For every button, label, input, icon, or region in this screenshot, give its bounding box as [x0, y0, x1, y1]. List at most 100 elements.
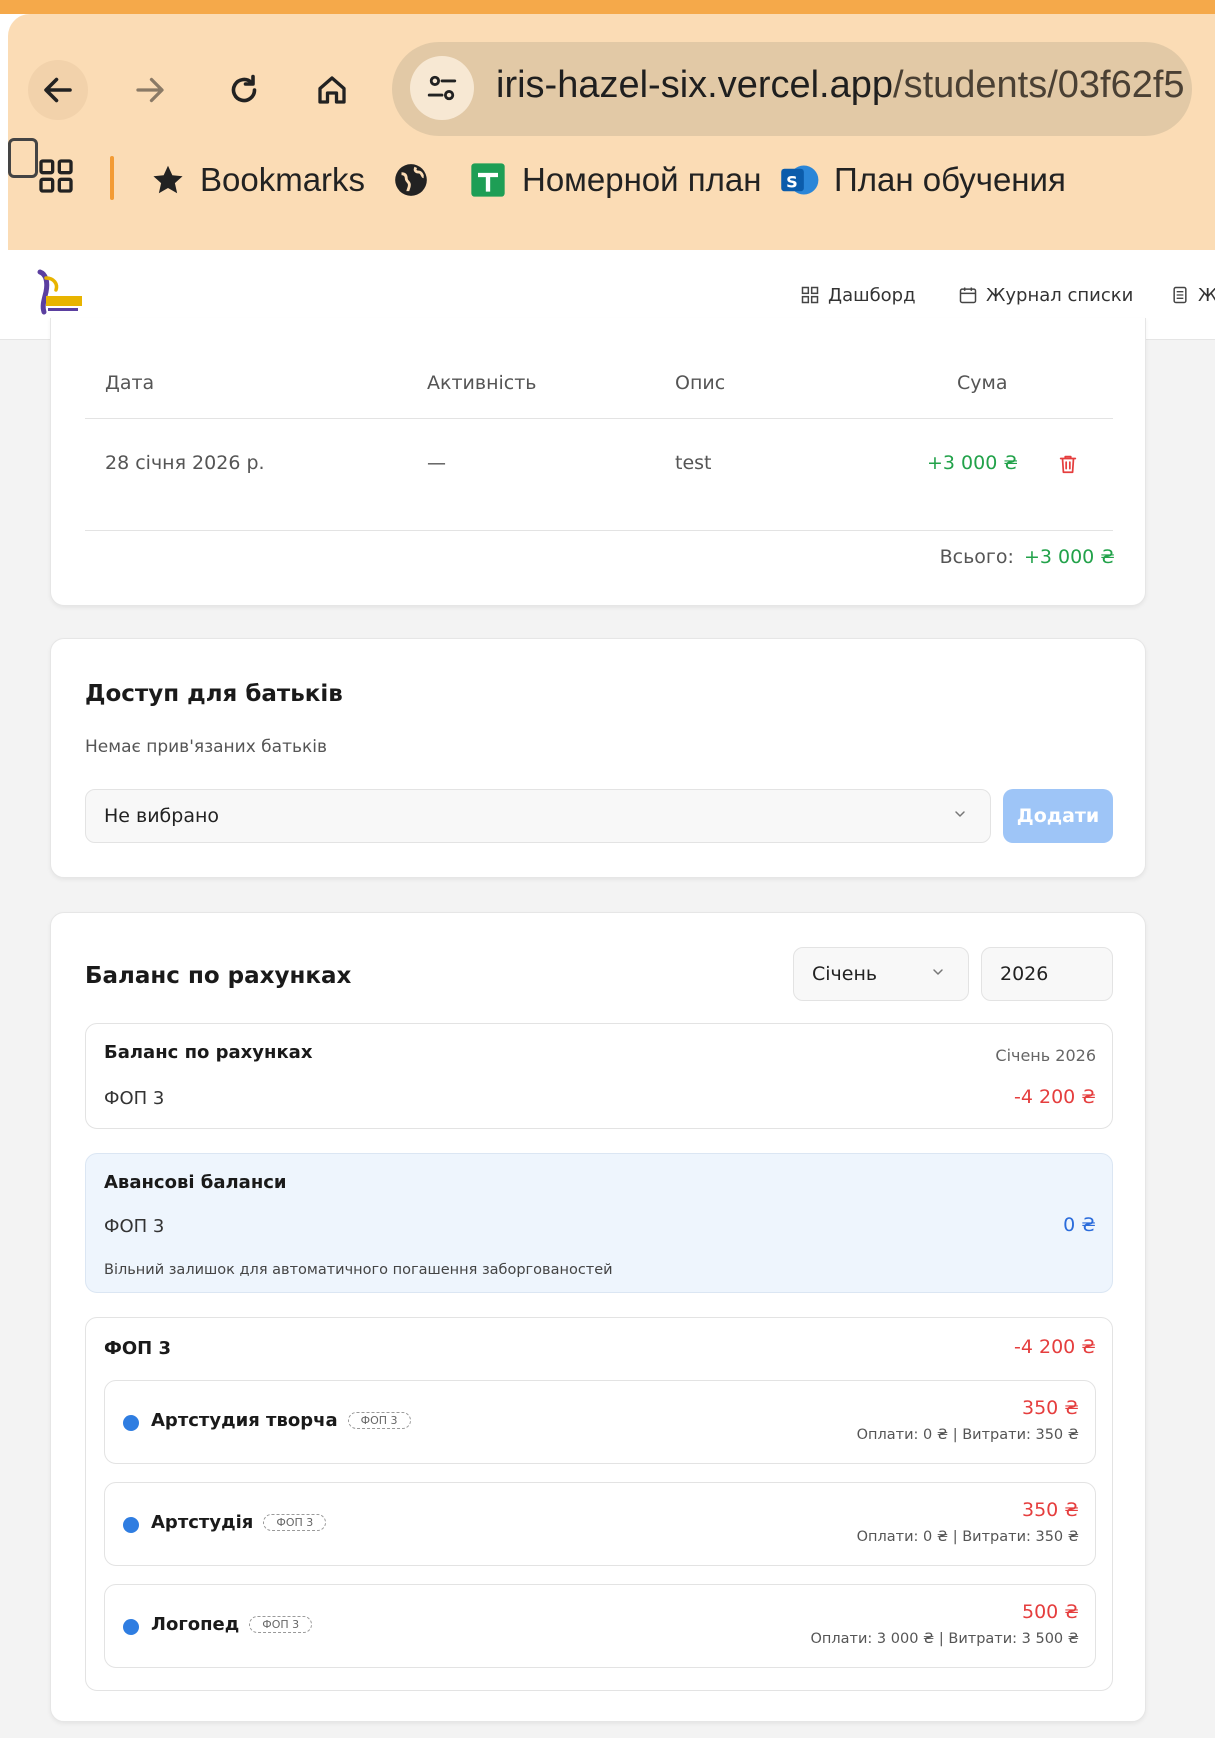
calendar-icon [959, 287, 977, 304]
bookmark-label: План обучения [834, 161, 1066, 198]
balance-card: Баланс по рахунках Січень 2026 Баланс по… [50, 912, 1146, 1722]
bookmark-label: Bookmarks [200, 161, 366, 198]
site-info-button[interactable] [410, 56, 474, 120]
list-item: Логопед ФОП 3 500 ₴ Оплати: 3 000 ₴ | Вит… [104, 1584, 1096, 1668]
item-details: Оплати: 3 000 ₴ | Витрати: 3 500 ₴ [810, 1631, 1079, 1647]
balance-summary-card: Баланс по рахунках Січень 2026 ФОП 3 -4 … [85, 1023, 1113, 1129]
chevron-down-icon [952, 806, 968, 827]
nav-label: Дашборд [828, 284, 916, 306]
year-input-value: 2026 [1000, 963, 1049, 985]
forward-button[interactable] [120, 60, 180, 120]
summary-account: ФОП 3 [104, 1088, 165, 1109]
item-tag: ФОП 3 [249, 1616, 313, 1633]
month-select[interactable]: Січень [793, 947, 969, 1001]
url-path: /students/03f62f5 [893, 64, 1185, 106]
item-tag: ФОП 3 [347, 1412, 411, 1429]
item-tag: ФОП 3 [263, 1514, 327, 1531]
arrow-right-icon [136, 77, 164, 103]
parent-select-value: Не вибрано [104, 805, 220, 827]
transactions-total: Всього: +3 000 ₴ [940, 546, 1115, 568]
bookmarks-bar: Bookmarks Номерной план S План обучения [8, 138, 1215, 224]
chevron-down-icon [930, 964, 946, 985]
list-item: Артстудия творча ФОП 3 350 ₴ Оплати: 0 ₴ … [104, 1380, 1096, 1464]
column-header-amount: Сума [957, 372, 1008, 394]
trash-icon[interactable] [1057, 452, 1079, 476]
bookmark-nomernoi-plan[interactable]: Номерной план [468, 152, 761, 208]
bookmark-bookmarks[interactable]: Bookmarks [150, 152, 365, 208]
reload-button[interactable] [214, 60, 274, 120]
column-header-description: Опис [675, 372, 726, 394]
total-label: Всього: [939, 546, 1014, 568]
apps-button[interactable] [36, 156, 76, 200]
parent-select[interactable]: Не вибрано [85, 789, 991, 843]
parents-access-card: Доступ для батьків Немає прив'язаних бат… [50, 638, 1146, 878]
item-amount: 350 ₴ [1021, 1499, 1079, 1521]
browser-chrome: iris-hazel-six.vercel.app/students/03f62… [0, 0, 1215, 250]
column-header-activity: Активність [427, 372, 537, 394]
item-name-text: Артстудия творча [151, 1410, 338, 1431]
bookmark-plan-obucheniya[interactable]: S План обучения [778, 152, 1066, 208]
list-item: Артстудія ФОП 3 350 ₴ Оплати: 0 ₴ | Витра… [104, 1482, 1096, 1566]
advance-account: ФОП 3 [104, 1216, 165, 1237]
balance-title: Баланс по рахунках [85, 963, 352, 989]
advance-value: 0 ₴ [1063, 1214, 1096, 1236]
bookmark-label: Номерной план [522, 161, 762, 198]
item-name: Артстудия творча ФОП 3 [151, 1410, 411, 1431]
nav-label: Журнал списки [986, 284, 1134, 306]
table-divider [85, 530, 1113, 531]
sharepoint-icon: S [781, 165, 819, 195]
nav-dashboard[interactable]: Дашборд [800, 282, 916, 308]
parents-access-title: Доступ для батьків [85, 681, 343, 707]
apps-grid-icon [39, 159, 73, 193]
sheets-icon [471, 163, 505, 197]
year-input[interactable]: 2026 [981, 947, 1113, 1001]
url-text: iris-hazel-six.vercel.app/students/03f62… [496, 64, 1185, 107]
bookmark-folder-icon[interactable] [8, 138, 38, 178]
address-bar[interactable]: iris-hazel-six.vercel.app/students/03f62… [392, 42, 1192, 136]
dashboard-icon [801, 286, 819, 304]
svg-text:S: S [786, 172, 798, 191]
transaction-amount: +3 000 ₴ [927, 452, 1019, 474]
nav-journal-lists[interactable]: Журнал списки [958, 282, 1133, 308]
home-icon [318, 76, 346, 104]
nav-label: Ж [1198, 284, 1215, 306]
table-divider [85, 418, 1113, 419]
summary-period: Січень 2026 [995, 1046, 1096, 1065]
fop-value: -4 200 ₴ [1014, 1336, 1096, 1358]
journal-icon [1173, 286, 1187, 304]
total-value: +3 000 ₴ [1023, 546, 1115, 568]
star-icon [153, 165, 183, 194]
fop-title: ФОП 3 [104, 1338, 172, 1359]
tune-icon [427, 75, 457, 101]
browser-top-stripe [0, 0, 1215, 14]
transactions-card: Дата Активність Опис Сума 28 січня 2026 … [50, 318, 1146, 606]
item-name: Логопед ФОП 3 [151, 1614, 313, 1635]
transaction-activity: — [427, 452, 446, 474]
arrow-left-icon [44, 77, 72, 103]
home-button[interactable] [302, 60, 362, 120]
item-name: Артстудія ФОП 3 [151, 1512, 327, 1533]
reload-icon [231, 74, 257, 103]
item-name-text: Логопед [151, 1614, 240, 1635]
nav-journal[interactable]: Ж [1170, 282, 1215, 308]
browser-toolbar: iris-hazel-six.vercel.app/students/03f62… [8, 14, 1215, 250]
advance-balances-card: Авансові баланси ФОП 3 0 ₴ Вільний залиш… [85, 1153, 1113, 1293]
advance-title: Авансові баланси [104, 1172, 287, 1193]
fop-account-card: ФОП 3 -4 200 ₴ Артстудия творча ФОП 3 350… [85, 1317, 1113, 1691]
url-host: iris-hazel-six.vercel.app [496, 64, 894, 106]
item-name-text: Артстудія [151, 1512, 254, 1533]
add-parent-button[interactable]: Додати [1003, 789, 1113, 843]
item-details: Оплати: 0 ₴ | Витрати: 350 ₴ [856, 1427, 1079, 1443]
summary-value: -4 200 ₴ [1014, 1086, 1096, 1108]
bookmark-globe[interactable] [392, 152, 430, 208]
column-header-date: Дата [105, 372, 155, 394]
item-details: Оплати: 0 ₴ | Витрати: 350 ₴ [856, 1529, 1079, 1545]
logo-icon [37, 269, 82, 315]
globe-icon [395, 164, 427, 196]
item-amount: 350 ₴ [1021, 1397, 1079, 1419]
status-dot [123, 1517, 139, 1533]
item-amount: 500 ₴ [1021, 1601, 1079, 1623]
summary-title: Баланс по рахунках [104, 1042, 313, 1063]
back-button[interactable] [28, 60, 88, 120]
status-dot [123, 1415, 139, 1431]
